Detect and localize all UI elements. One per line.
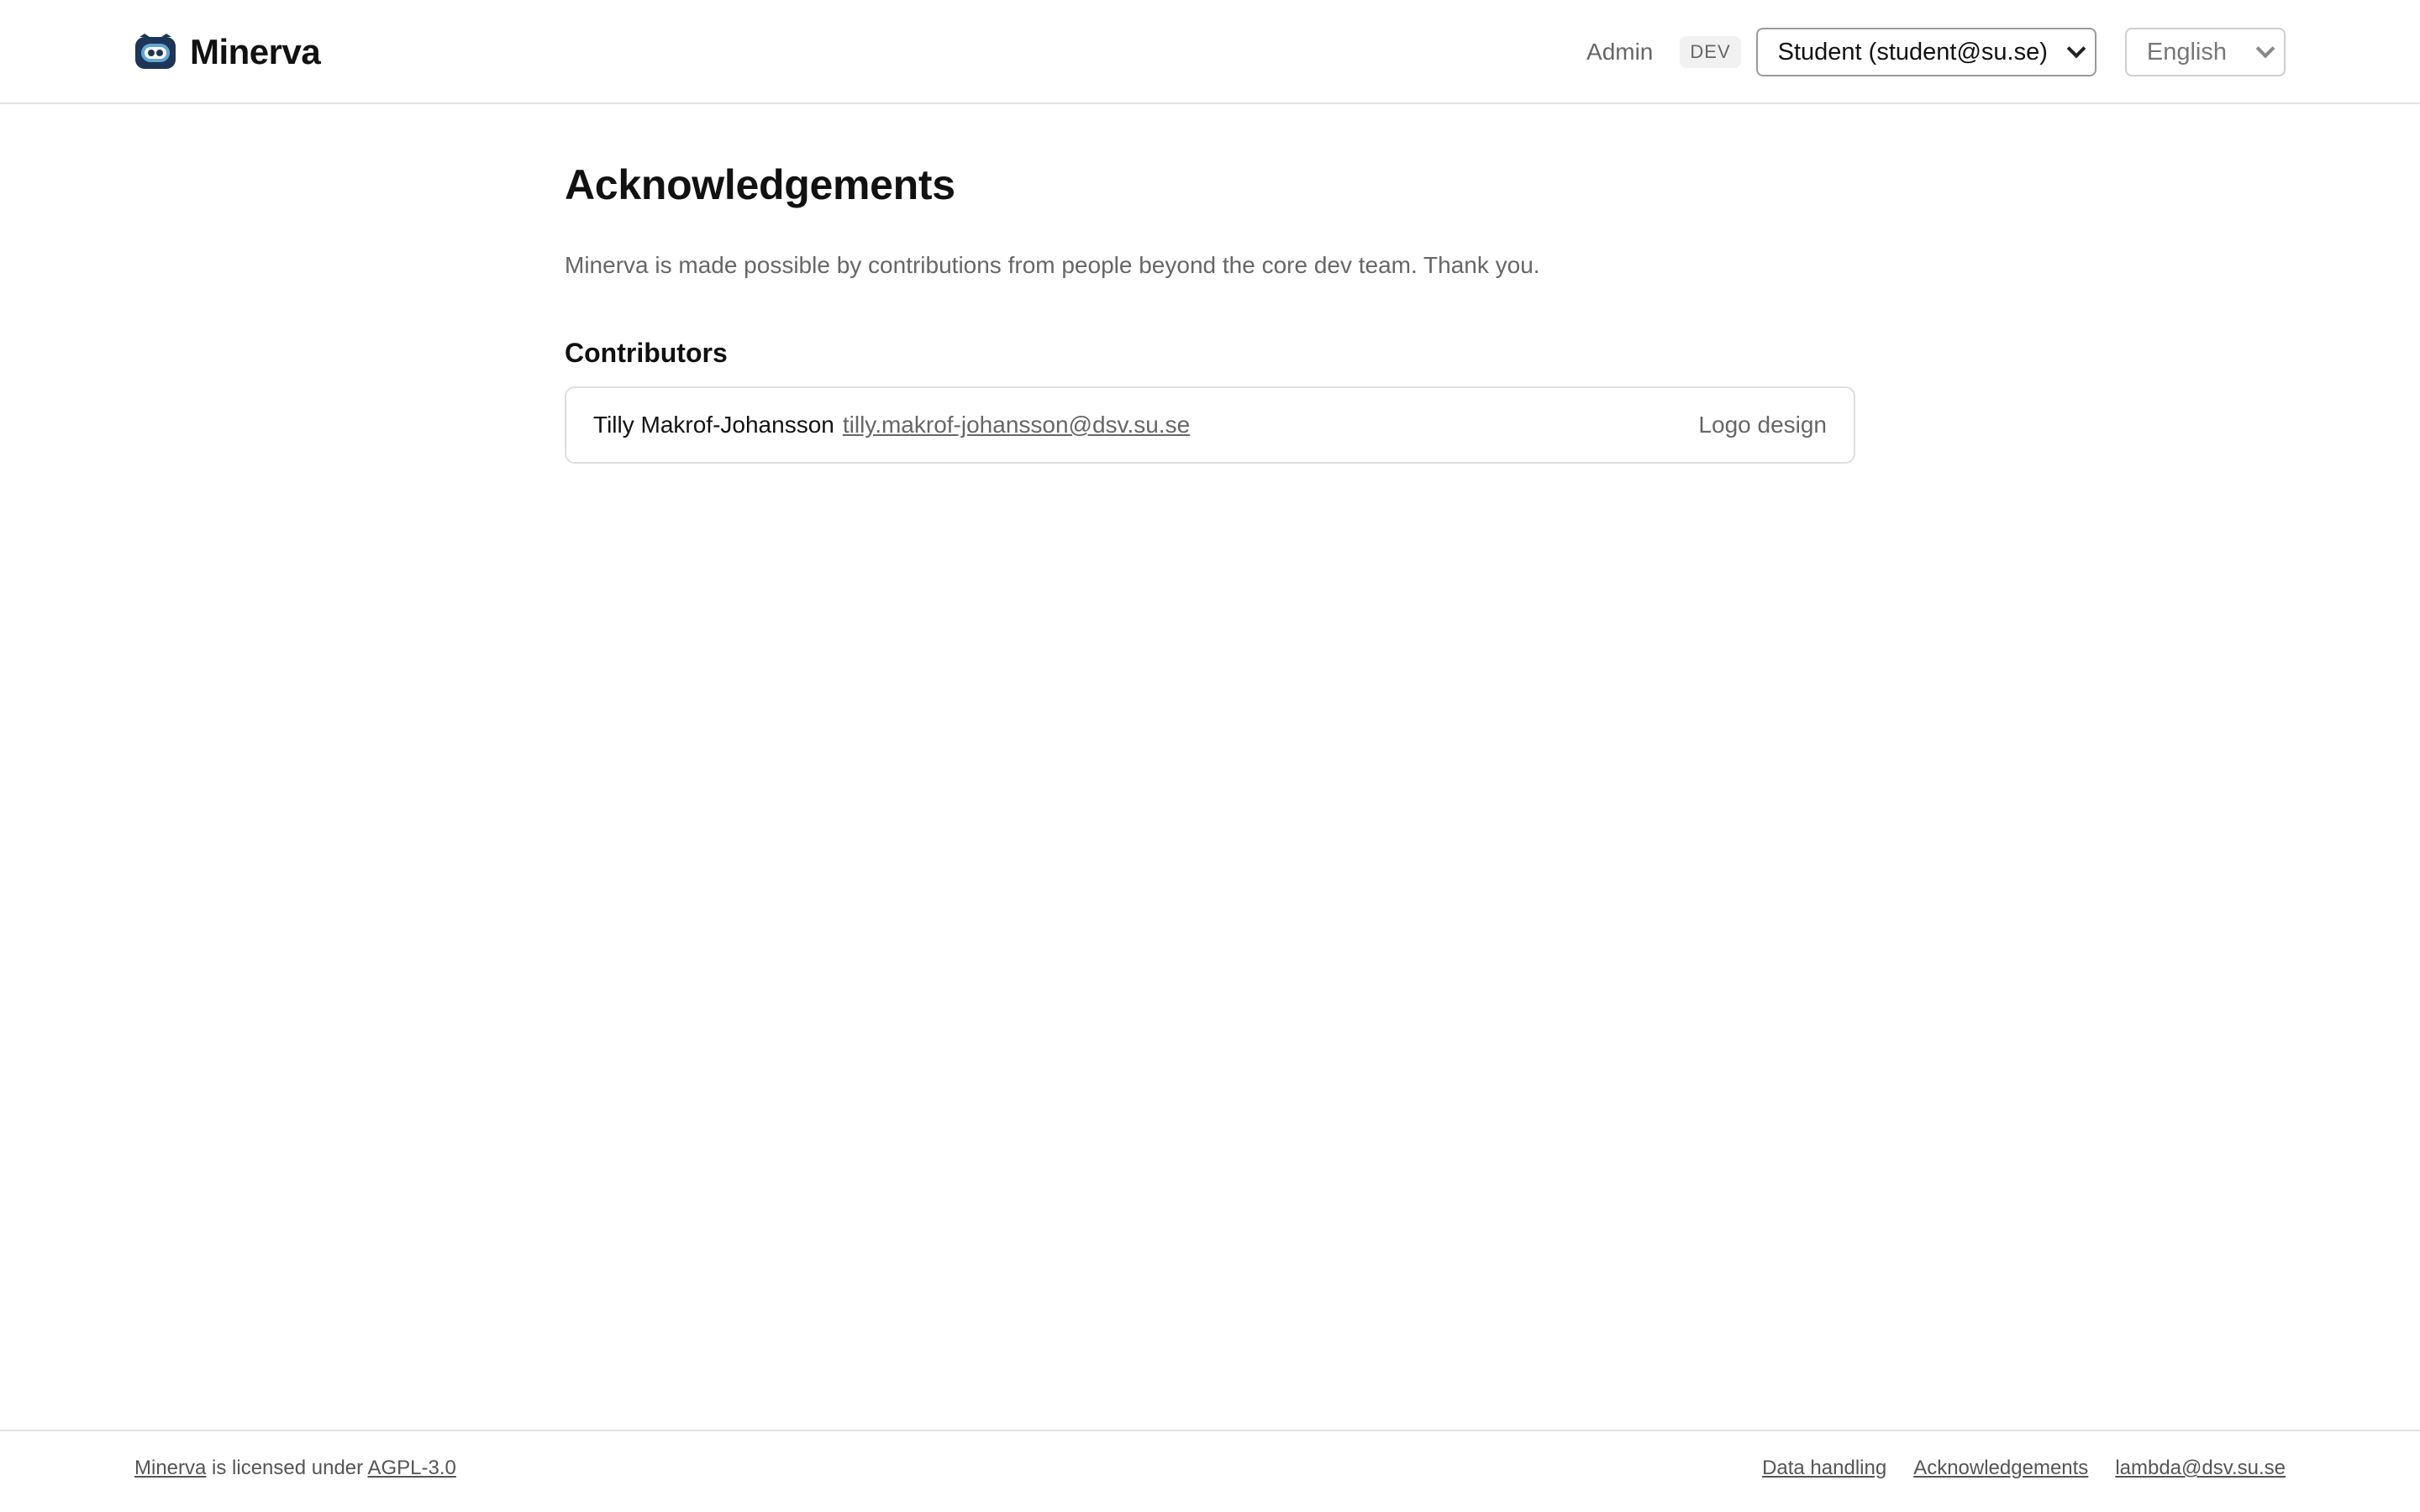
contact-email-link[interactable]: lambda@dsv.su.se	[2115, 1457, 2286, 1480]
chevron-down-icon	[2255, 39, 2275, 59]
project-link[interactable]: Minerva	[134, 1457, 206, 1479]
language-select-value: English	[2146, 38, 2227, 66]
minerva-logo-icon	[135, 34, 176, 69]
header-controls: Admin DEV Student (student@su.se) Englis…	[1586, 27, 2286, 77]
top-bar: Minerva Admin DEV Student (student@su.se…	[0, 0, 2420, 104]
intro-text: Minerva is made possible by contribution…	[565, 252, 1540, 278]
environment-badge: DEV	[1680, 36, 1741, 68]
admin-link[interactable]: Admin	[1586, 39, 1653, 66]
footer: Minerva is licensed under AGPL-3.0 Data …	[0, 1430, 2420, 1512]
acknowledgements-link[interactable]: Acknowledgements	[1913, 1457, 2088, 1480]
license-notice: Minerva is licensed under AGPL-3.0	[134, 1457, 456, 1480]
license-text: is licensed under	[206, 1457, 368, 1479]
data-handling-link[interactable]: Data handling	[1762, 1457, 1886, 1480]
brand-home-link[interactable]: Minerva	[134, 30, 321, 74]
contributor-role: Logo design	[1698, 412, 1827, 438]
contributor-card: Tilly Makrof-Johansson tilly.makrof-joha…	[565, 386, 1855, 464]
contributors-heading: Contributors	[565, 338, 728, 368]
chevron-down-icon	[2066, 39, 2086, 59]
license-link[interactable]: AGPL-3.0	[367, 1457, 455, 1479]
main-content: Acknowledgements Minerva is made possibl…	[565, 160, 1855, 464]
footer-links: Data handling Acknowledgements lambda@ds…	[1735, 1457, 2286, 1480]
brand-name: Minerva	[190, 32, 321, 71]
contributor-name: Tilly Makrof-Johansson	[593, 412, 834, 438]
page: Minerva Admin DEV Student (student@su.se…	[0, 0, 2420, 1512]
contributor-email-link[interactable]: tilly.makrof-johansson@dsv.su.se	[843, 412, 1190, 438]
page-title: Acknowledgements	[565, 161, 955, 208]
user-select[interactable]: Student (student@su.se)	[1755, 28, 2096, 76]
user-select-value: Student (student@su.se)	[1777, 38, 2048, 66]
language-select[interactable]: English	[2124, 28, 2286, 76]
